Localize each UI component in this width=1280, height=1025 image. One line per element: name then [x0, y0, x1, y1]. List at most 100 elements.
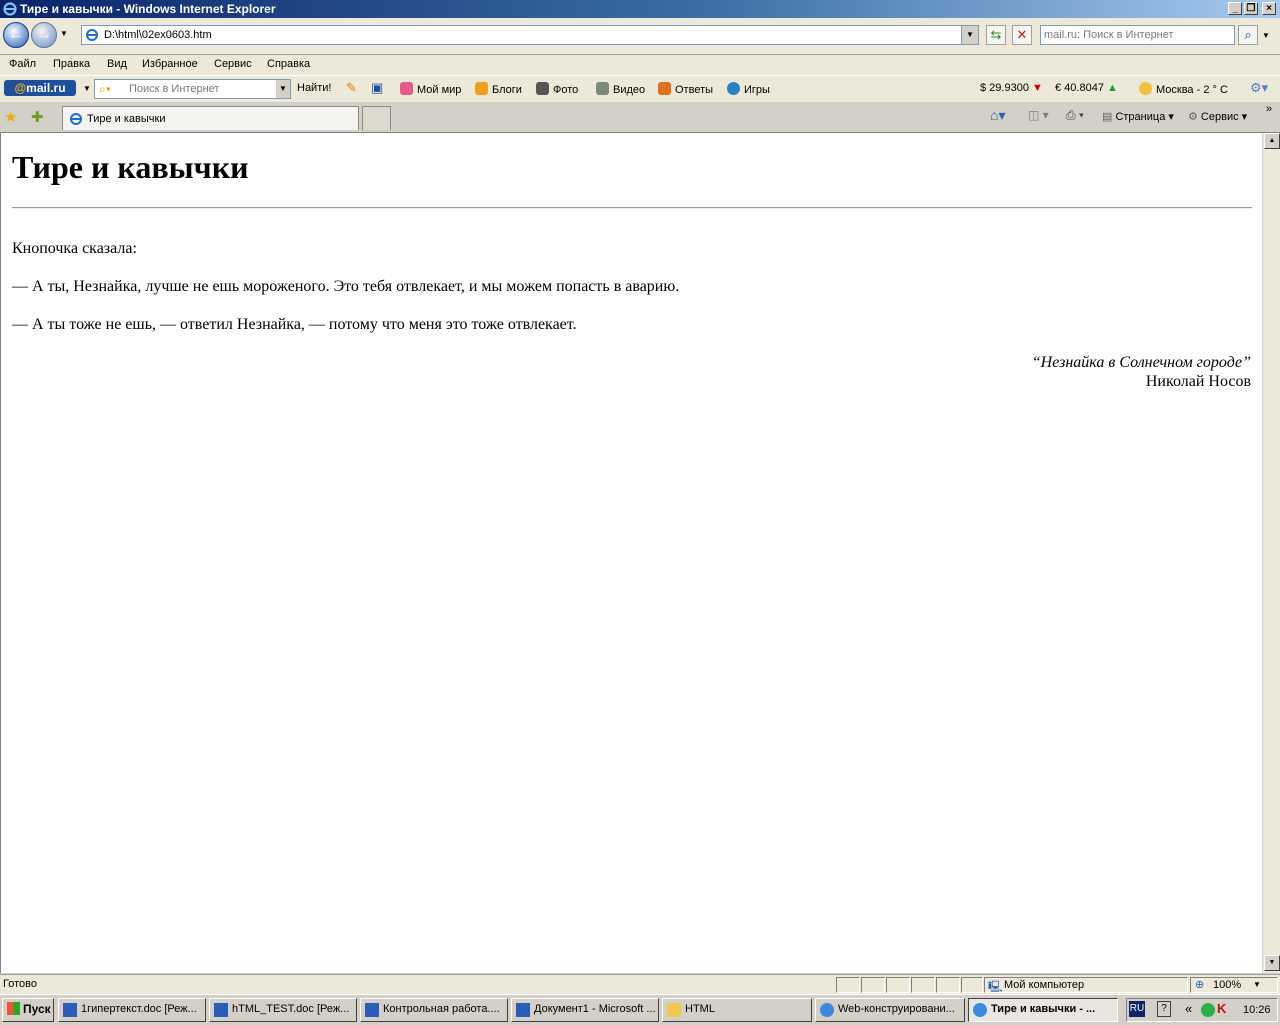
link-blogs[interactable]: Блоги: [475, 82, 522, 96]
page-icon: ▤: [1102, 111, 1116, 123]
logo-dropdown-icon[interactable]: ▼: [83, 84, 91, 93]
menu-help[interactable]: Справка: [267, 58, 310, 70]
task-word-3[interactable]: Контрольная работа....: [360, 998, 508, 1022]
blogs-icon: [475, 82, 488, 95]
refresh-icon[interactable]: ⇆: [986, 25, 1006, 45]
usd-rate[interactable]: $ 29.9300 ▼: [980, 82, 1043, 94]
menu-tools[interactable]: Сервис: [214, 58, 252, 70]
clock[interactable]: 10:26: [1243, 1004, 1271, 1016]
ie-icon: [820, 1003, 834, 1017]
page-menu[interactable]: ▤ Страница ▾: [1102, 110, 1174, 123]
mailru-search-placeholder: Поиск в Интернет: [129, 83, 220, 95]
search-options-icon[interactable]: ▼: [1262, 31, 1270, 40]
eur-rate[interactable]: € 40.8047 ▲: [1055, 82, 1118, 94]
task-folder[interactable]: HTML: [662, 998, 812, 1022]
mailru-search-icon: ⌕▾: [99, 82, 111, 96]
rate-down-icon: ▼: [1032, 82, 1043, 94]
minimize-button[interactable]: _: [1228, 2, 1242, 15]
taskbar: Пуск 1гипертекст.doc [Реж... hTML_TEST.d…: [0, 994, 1280, 1025]
menu-bar: Файл Правка Вид Избранное Сервис Справка: [0, 55, 1280, 75]
link-my-world[interactable]: Мой мир: [400, 82, 461, 96]
tray-expand-icon[interactable]: «: [1185, 1001, 1192, 1016]
security-zone: 🖳 Мой компьютер: [984, 977, 1188, 993]
mailru-find-button[interactable]: Найти!: [297, 82, 331, 94]
link-video[interactable]: Видео: [596, 82, 645, 96]
zoom-icon: ⊕: [1195, 979, 1205, 991]
paragraph-1: Кнопочка сказала:: [12, 240, 137, 257]
games-icon: [727, 82, 740, 95]
favorites-star-icon[interactable]: ★: [4, 108, 17, 126]
tools-menu[interactable]: ⚙ Сервис ▾: [1188, 110, 1247, 123]
task-ie-1[interactable]: Web-конструировани...: [815, 998, 965, 1022]
task-ie-active[interactable]: Тире и кавычки - ...: [968, 998, 1118, 1022]
feeds-icon[interactable]: ◫ ▾: [1028, 108, 1049, 122]
divider: [12, 207, 1252, 209]
tray-app-icon[interactable]: [1201, 1003, 1215, 1017]
task-word-1[interactable]: 1гипертекст.doc [Реж...: [58, 998, 206, 1022]
help-icon[interactable]: ?: [1157, 1001, 1171, 1017]
vertical-scrollbar[interactable]: ▲ ▼: [1262, 133, 1280, 973]
task-word-4[interactable]: Документ1 - Microsoft ...: [511, 998, 659, 1022]
mailru-toolbar: @mail.ru ▼ ⌕▾ Поиск в Интернет ▼ Найти! …: [0, 75, 1280, 103]
menu-view[interactable]: Вид: [107, 58, 127, 70]
start-button[interactable]: Пуск: [2, 998, 54, 1022]
tab-active[interactable]: Тире и кавычки: [62, 106, 359, 130]
print-icon[interactable]: ⎙ ▾: [1066, 108, 1084, 123]
close-window-button[interactable]: ×: [1262, 2, 1276, 15]
mailru-logo[interactable]: @mail.ru: [4, 80, 76, 96]
word-icon: [516, 1003, 530, 1017]
search-placeholder: mail.ru: Поиск в Интернет: [1044, 29, 1174, 41]
more-commands-icon[interactable]: »: [1266, 103, 1272, 115]
home-icon[interactable]: ⌂▾: [990, 107, 1005, 124]
link-answers[interactable]: Ответы: [658, 82, 713, 96]
zoom-control[interactable]: ⊕ 100% ▼: [1190, 977, 1278, 993]
page-content: Тире и кавычки Кнопочка сказала: — А ты,…: [0, 133, 1262, 973]
pencil-icon[interactable]: ✎: [346, 80, 357, 96]
new-tab-button[interactable]: [362, 106, 391, 130]
toolbar-settings-icon[interactable]: ⚙▾: [1250, 80, 1268, 96]
status-section: [961, 977, 983, 993]
task-word-2[interactable]: hTML_TEST.doc [Реж...: [209, 998, 357, 1022]
zoom-level: 100%: [1213, 979, 1242, 991]
scroll-down-icon[interactable]: ▼: [1264, 955, 1280, 971]
link-photo[interactable]: Фото: [536, 82, 578, 96]
search-icon[interactable]: ⌕: [1238, 25, 1258, 45]
address-dropdown-icon[interactable]: ▼: [961, 26, 978, 44]
history-dropdown-icon[interactable]: ▼: [60, 29, 68, 38]
status-section: [936, 977, 960, 993]
tab-ie-icon: [70, 113, 82, 125]
folder-icon: [667, 1003, 681, 1017]
mailbox-icon[interactable]: ▣: [371, 80, 383, 96]
restore-button[interactable]: ❐: [1244, 2, 1258, 15]
weather[interactable]: Москва - 2 ° C: [1139, 82, 1228, 96]
zone-label: Мой компьютер: [1004, 979, 1085, 991]
language-indicator[interactable]: RU: [1129, 1001, 1145, 1017]
status-section: [911, 977, 935, 993]
antivirus-icon[interactable]: K: [1217, 1001, 1226, 1016]
scroll-up-icon[interactable]: ▲: [1264, 133, 1280, 149]
title-bar: Тире и кавычки - Windows Internet Explor…: [0, 0, 1280, 18]
mailru-search-input[interactable]: ⌕▾ Поиск в Интернет ▼: [94, 79, 291, 99]
menu-favorites[interactable]: Избранное: [142, 58, 198, 70]
zoom-dropdown-icon: ▼: [1253, 980, 1261, 989]
stop-icon[interactable]: ✕: [1012, 25, 1032, 45]
add-favorite-icon[interactable]: ✚: [31, 108, 44, 126]
status-section: [861, 977, 885, 993]
menu-edit[interactable]: Правка: [53, 58, 90, 70]
forward-button[interactable]: →: [31, 22, 57, 48]
mailru-search-dropdown-icon[interactable]: ▼: [276, 80, 290, 98]
search-input[interactable]: mail.ru: Поиск в Интернет: [1040, 25, 1235, 45]
weather-icon: [1139, 82, 1152, 95]
rate-up-icon: ▲: [1107, 82, 1118, 94]
system-tray: RU ? « K 10:26: [1126, 998, 1278, 1022]
address-field[interactable]: D:\html\02ex0603.htm ▼: [81, 25, 979, 45]
paragraph-3: — А ты тоже не ешь, — ответил Незнайка, …: [12, 316, 577, 333]
windows-flag-icon: [7, 1002, 20, 1015]
link-games[interactable]: Игры: [727, 82, 770, 96]
back-button[interactable]: ←: [3, 22, 29, 48]
menu-file[interactable]: Файл: [9, 58, 36, 70]
citation-author: Николай Носов: [1145, 373, 1251, 390]
word-icon: [214, 1003, 228, 1017]
page-ie-icon: [86, 29, 98, 41]
ie-icon: [973, 1003, 987, 1017]
